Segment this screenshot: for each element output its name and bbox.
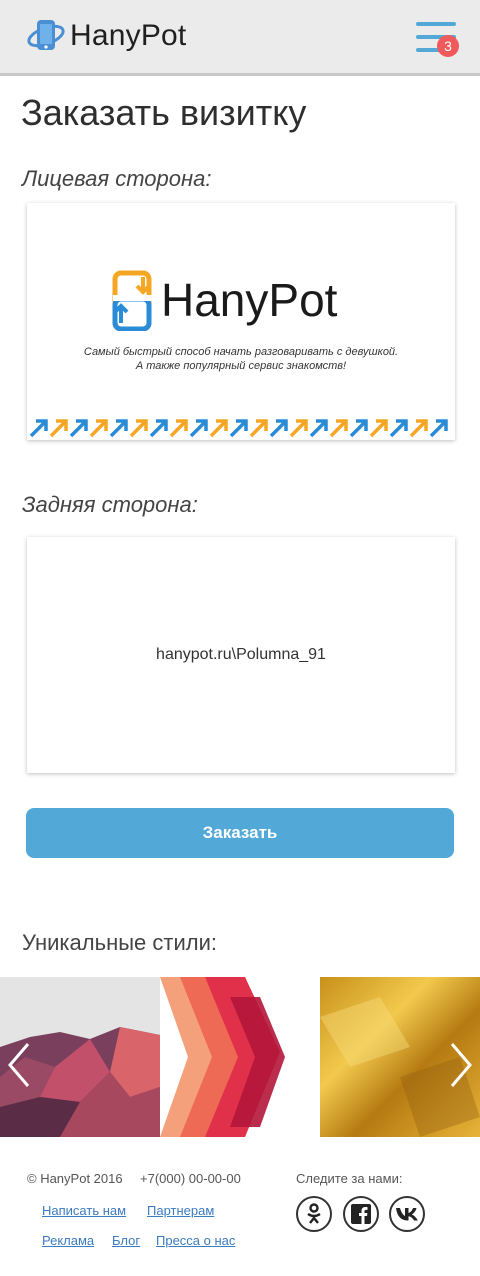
- arrow-pattern-mark: [89, 419, 108, 438]
- arrow-pattern-mark: [109, 419, 128, 438]
- card-brand-name: HanyPot: [161, 274, 338, 326]
- page-title: Заказать визитку: [21, 92, 307, 133]
- footer-link-ads[interactable]: Реклама: [42, 1233, 94, 1248]
- follow-us-label: Следите за нами:: [296, 1171, 403, 1186]
- arrow-pattern-mark: [49, 419, 68, 438]
- footer-link-partners[interactable]: Партнерам: [147, 1203, 214, 1218]
- phone-number: +7(000) 00-00-00: [140, 1171, 241, 1186]
- card-tagline: Самый быстрый способ начать разговариват…: [27, 345, 455, 373]
- arrow-pattern-mark: [389, 419, 408, 438]
- arrow-pattern-mark: [149, 419, 168, 438]
- unique-styles-label: Уникальные стили:: [22, 930, 217, 955]
- arrow-pattern-mark: [289, 419, 308, 438]
- order-button[interactable]: Заказать: [26, 808, 454, 858]
- copyright-text: © HanyPot 2016: [27, 1171, 123, 1186]
- brand-logo[interactable]: HanyPot: [26, 14, 186, 58]
- arrow-pattern-mark: [349, 419, 368, 438]
- arrow-pattern-mark: [409, 419, 428, 438]
- back-side-label: Задняя сторона:: [22, 492, 198, 517]
- arrow-pattern-mark: [329, 419, 348, 438]
- top-header: HanyPot 3: [0, 0, 480, 76]
- arrow-pattern-mark: [209, 419, 228, 438]
- tagline-line-1: Самый быстрый способ начать разговариват…: [83, 346, 399, 358]
- footer-link-press[interactable]: Пресса о нас: [156, 1233, 235, 1248]
- styles-gallery: [0, 977, 480, 1137]
- arrow-pattern-mark: [269, 419, 288, 438]
- arrow-pattern-mark: [69, 419, 88, 438]
- arrow-pattern-mark: [229, 419, 248, 438]
- front-card-preview: HanyPot Самый быстрый способ начать разг…: [27, 203, 455, 440]
- vk-icon[interactable]: [389, 1196, 425, 1232]
- back-card-text: hanypot.ru\Polumna_91: [156, 646, 326, 663]
- notification-badge: 3: [437, 35, 459, 57]
- arrow-pattern-mark: [429, 419, 448, 438]
- phone-arrows-icon: [112, 270, 153, 331]
- style-slide-chevrons[interactable]: [160, 977, 320, 1137]
- arrow-pattern-mark: [369, 419, 388, 438]
- footer-link-contact[interactable]: Написать нам: [42, 1203, 126, 1218]
- phone-logo-icon: [27, 20, 65, 50]
- arrow-pattern-mark: [29, 419, 48, 438]
- arrow-pattern-mark: [189, 419, 208, 438]
- arrow-pattern-mark: [309, 419, 328, 438]
- arrow-pattern-mark: [249, 419, 268, 438]
- arrow-pattern-mark: [169, 419, 188, 438]
- chevron-right-icon[interactable]: [446, 1040, 476, 1090]
- card-logo: HanyPot: [109, 269, 337, 331]
- chevron-left-icon[interactable]: [4, 1040, 34, 1090]
- arrow-border-strip: [29, 419, 448, 438]
- back-card-preview: hanypot.ru\Polumna_91: [27, 537, 455, 773]
- front-side-label: Лицевая сторона:: [22, 166, 212, 191]
- tagline-line-2: А также популярный сервис знакомств!: [135, 360, 347, 372]
- footer-link-blog[interactable]: Блог: [112, 1233, 140, 1248]
- brand-name: HanyPot: [70, 19, 187, 52]
- odnoklassniki-icon[interactable]: [296, 1196, 332, 1232]
- facebook-icon[interactable]: [343, 1196, 379, 1232]
- arrow-pattern-mark: [129, 419, 148, 438]
